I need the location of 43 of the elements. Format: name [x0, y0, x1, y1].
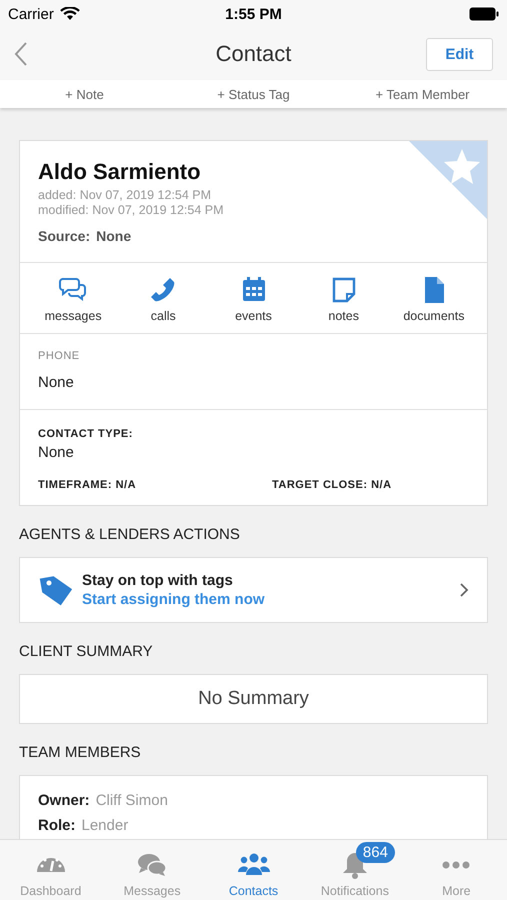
section-heading: AGENTS & LENDERS ACTIONS [19, 526, 241, 543]
contact-name: Aldo Sarmiento [38, 159, 202, 185]
added-date: added: Nov 07, 2019 12:54 PM [38, 188, 212, 203]
battery-icon [469, 7, 500, 21]
chevron-right-icon [459, 582, 469, 598]
modified-date: modified: Nov 07, 2019 12:54 PM [38, 203, 225, 218]
edit-button[interactable]: Edit [426, 38, 493, 70]
notification-count-badge: 864 [356, 842, 395, 863]
source-value: None [96, 228, 132, 244]
section-heading: TEAM MEMBERS [19, 744, 142, 761]
favorite-star-icon[interactable] [409, 141, 487, 219]
contact-action-button[interactable]: events [208, 275, 299, 323]
more-icon [442, 861, 470, 869]
quick-action-link[interactable]: + Note [0, 80, 169, 108]
tags-promo-card[interactable]: Stay on top with tags Start assigning them now [19, 557, 488, 623]
carrier-name: Carrier [8, 6, 54, 22]
team-field-value: Cliff Simon [96, 792, 168, 809]
contact-action-button[interactable]: documents [388, 275, 480, 323]
assign-tags-link[interactable]: Start assigning them now [82, 591, 451, 608]
promo-title: Stay on top with tags [82, 572, 234, 589]
tab-bar-item[interactable]: 864 Notifications [304, 840, 406, 900]
screen-title: Contact [214, 41, 292, 67]
client-summary-box: No Summary [19, 674, 488, 724]
status-time: 1:55 PM [225, 6, 282, 22]
section-heading: CLIENT SUMMARY [19, 643, 154, 660]
contact-action-button[interactable]: messages [28, 275, 118, 323]
quick-action-link[interactable]: + Status Tag [169, 80, 338, 108]
source-label: Source: [38, 228, 90, 244]
target-close-text: TARGET CLOSE: N/A [272, 479, 392, 491]
tab-bar-item[interactable]: Contacts [202, 840, 304, 900]
contact-type-value: None [38, 444, 75, 461]
quick-action-link[interactable]: + Team Member [338, 80, 507, 108]
team-field-label: Role: [38, 817, 76, 834]
wifi-icon [60, 7, 80, 21]
contact-type-label: CONTACT TYPE: [38, 428, 134, 440]
contact-action-button[interactable]: notes [298, 275, 389, 323]
phone-value: None [38, 374, 75, 391]
back-icon [14, 41, 28, 67]
team-field-value: Lender [82, 817, 128, 834]
phone-label: PHONE [38, 350, 81, 362]
team-field-label: Owner: [38, 792, 90, 809]
contact-action-button[interactable]: calls [118, 275, 208, 323]
timeframe-text: TIMEFRAME: N/A [38, 479, 138, 491]
